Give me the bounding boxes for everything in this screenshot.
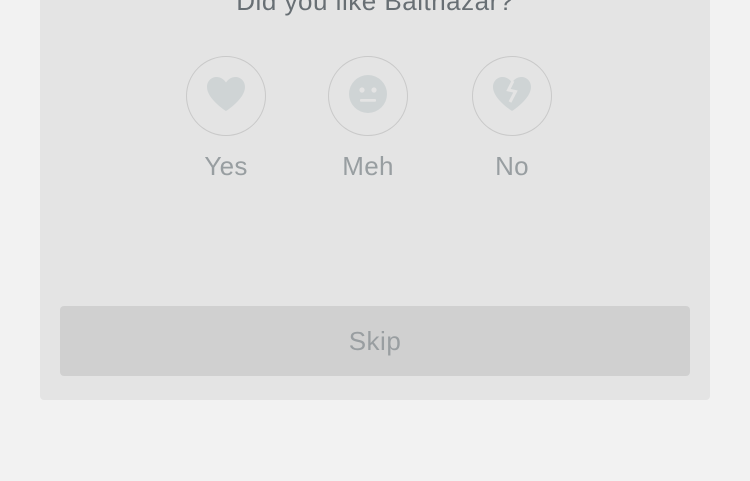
rating-label-meh: Meh [342,151,394,181]
rating-option-yes[interactable]: Yes [166,56,286,181]
rating-option-no[interactable]: No [452,56,572,181]
rating-label-yes: Yes [204,151,248,181]
rating-question: Did you like Balthazar? [236,0,514,16]
no-button[interactable] [472,56,552,136]
rating-label-no: No [495,151,529,181]
heart-icon [205,75,247,118]
yes-button[interactable] [186,56,266,136]
rating-card: Did you like Balthazar? Yes Meh No Skip [40,0,710,400]
meh-button[interactable] [328,56,408,136]
skip-button[interactable]: Skip [60,306,690,376]
neutral-face-icon [348,74,388,119]
broken-heart-icon [491,75,533,118]
rating-option-meh[interactable]: Meh [308,56,428,181]
